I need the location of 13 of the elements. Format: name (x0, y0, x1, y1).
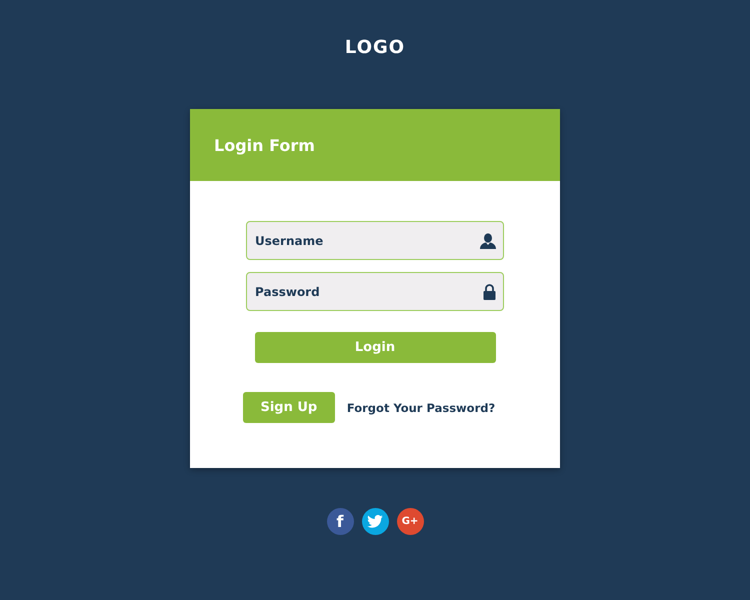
bird-icon (367, 515, 383, 528)
lock-icon (483, 284, 496, 300)
forgot-password-link[interactable]: Forgot Your Password? (346, 400, 496, 414)
form-title: Login Form (214, 136, 315, 154)
username-field[interactable]: Username (246, 221, 504, 260)
twitter-button[interactable] (362, 508, 388, 535)
password-field[interactable]: Password (246, 272, 504, 311)
user-icon (480, 232, 496, 248)
facebook-button[interactable]: f (326, 508, 354, 535)
google-plus-button[interactable]: G+ (396, 508, 424, 535)
sign-up-button[interactable]: Sign Up (242, 392, 335, 423)
login-button[interactable]: Login (254, 332, 496, 363)
logo: LOGO (344, 37, 406, 59)
